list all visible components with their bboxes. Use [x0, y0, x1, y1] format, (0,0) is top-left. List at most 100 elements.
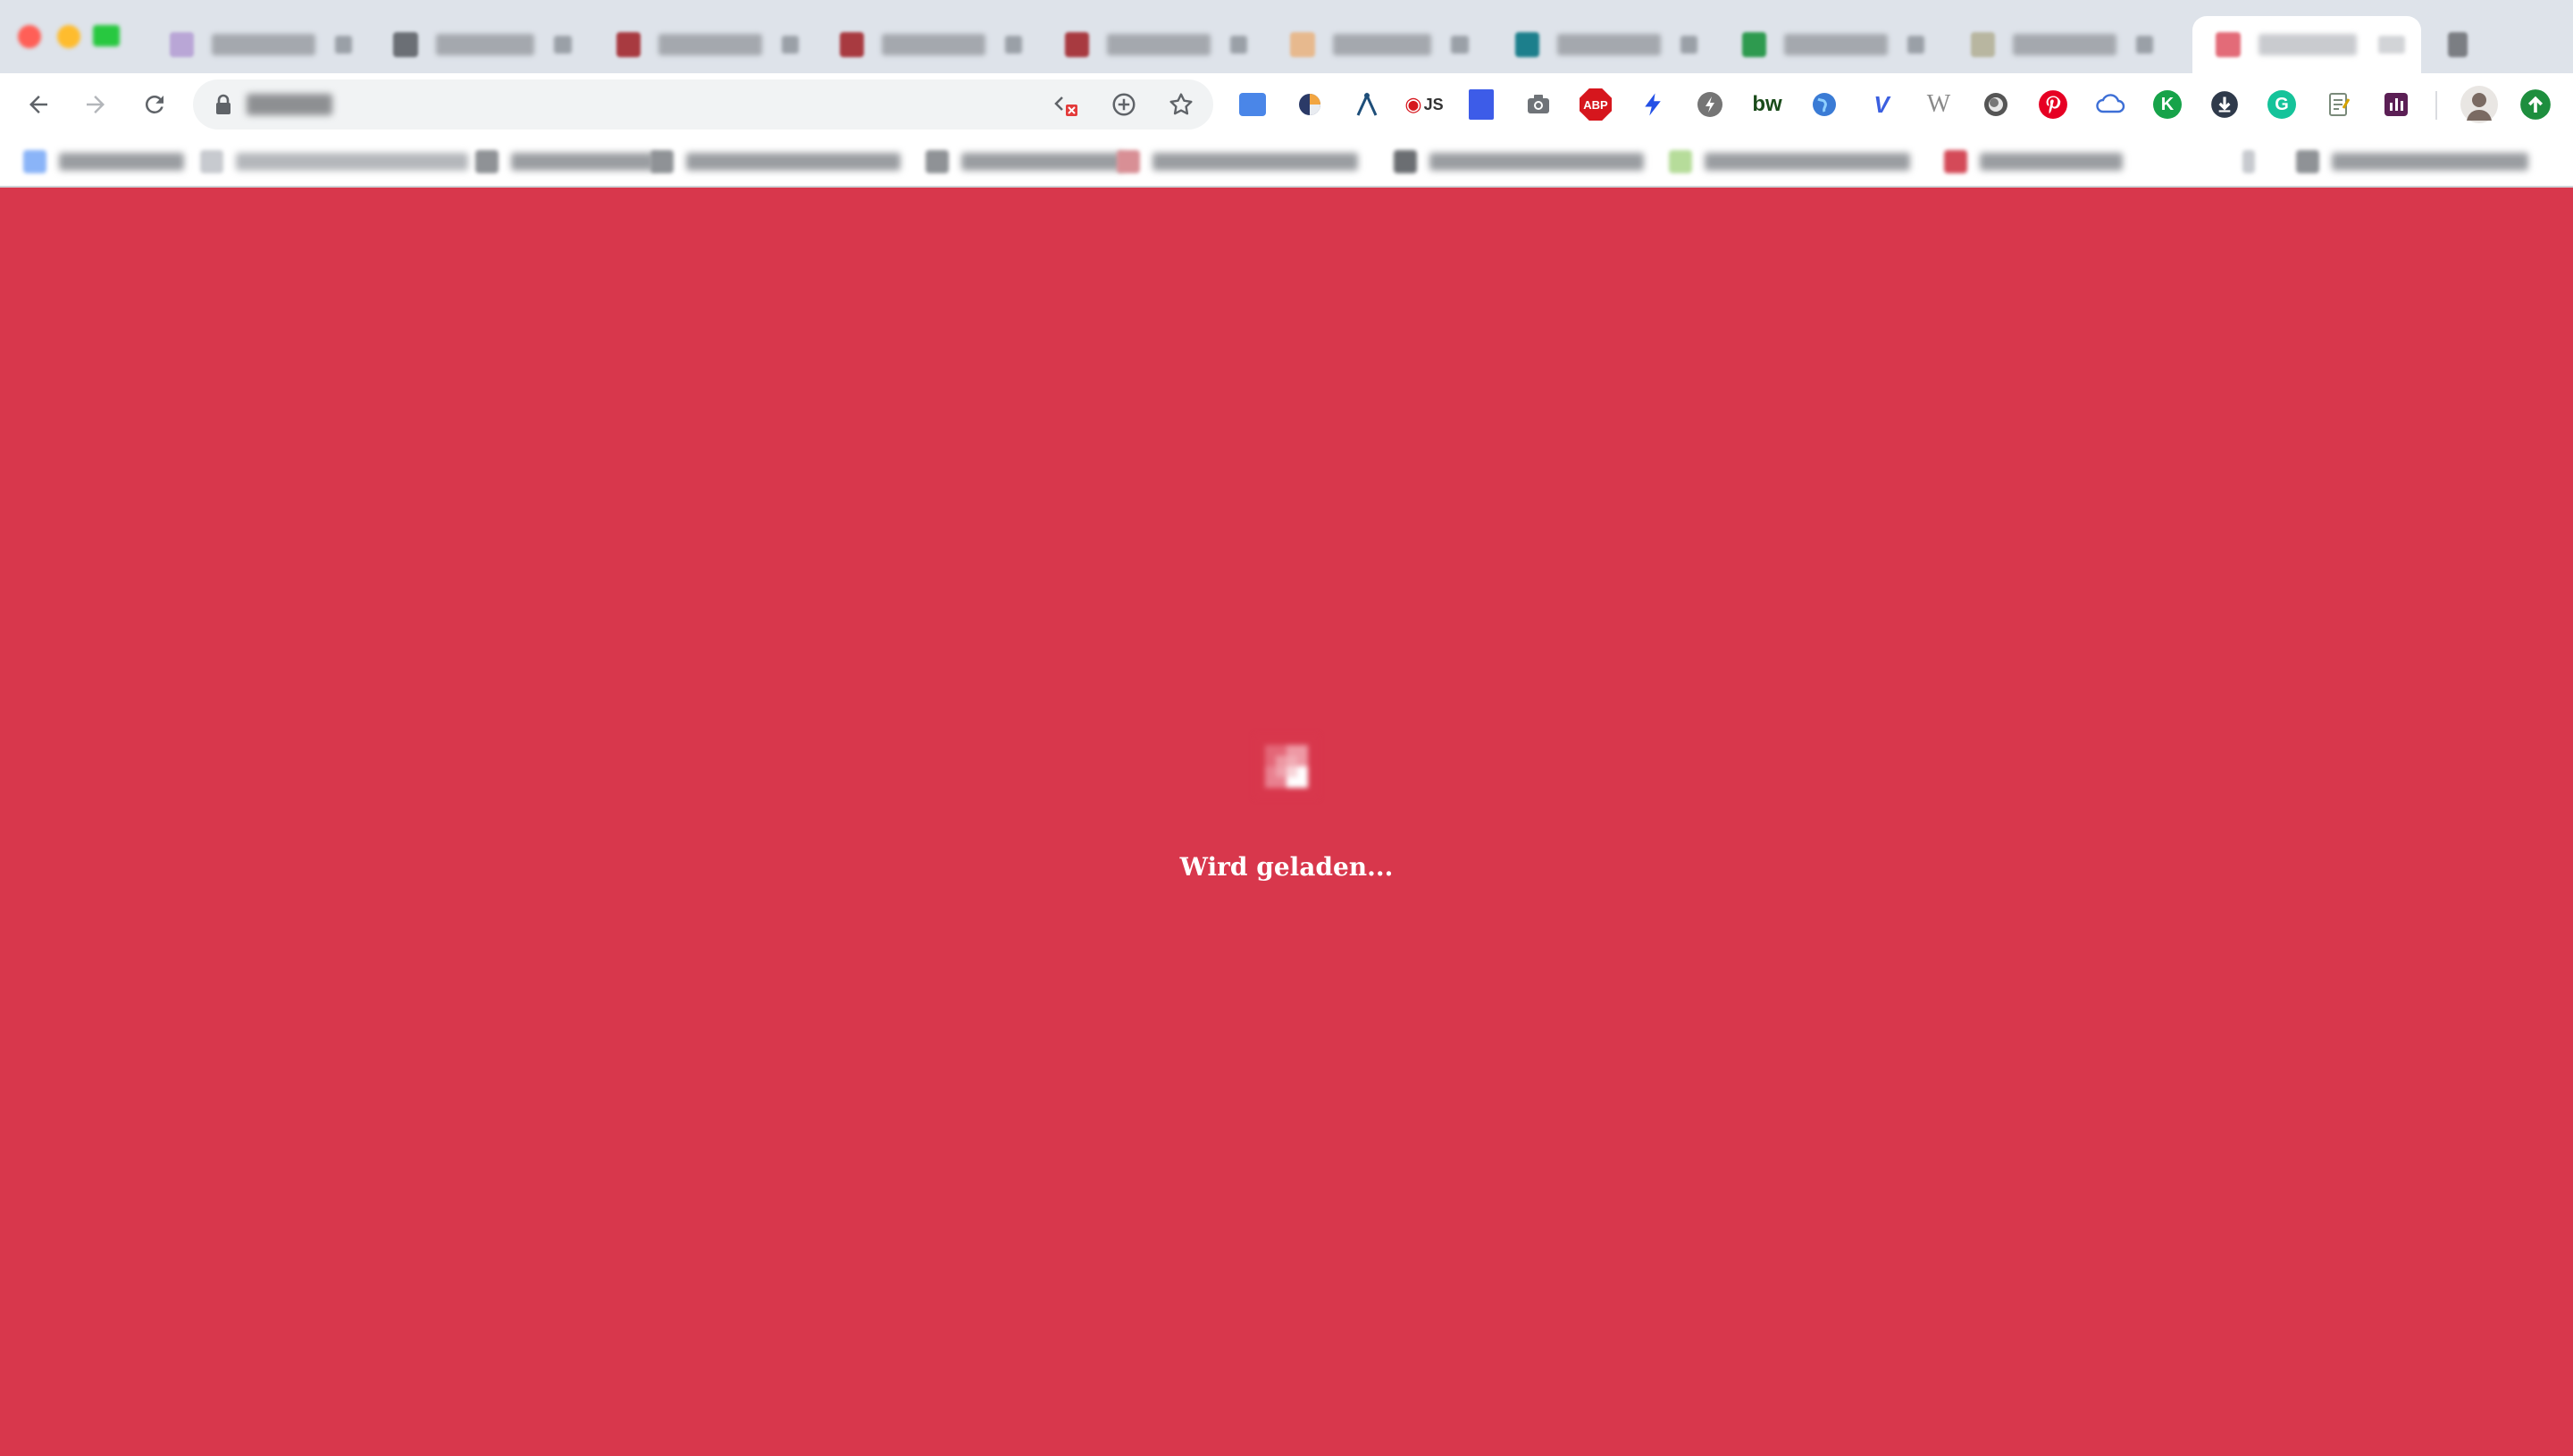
- bookmark-star-icon: [1169, 93, 1193, 115]
- tab-favicon: [840, 32, 864, 57]
- ext-globe-icon[interactable]: [1806, 87, 1842, 122]
- bookmark-item[interactable]: [200, 148, 468, 175]
- tab[interactable]: [1267, 16, 1472, 73]
- ext-k-icon[interactable]: K: [2150, 87, 2185, 122]
- chrome-update-button[interactable]: [2518, 87, 2553, 122]
- ext-speed-icon[interactable]: [1692, 87, 1728, 122]
- bookmark-favicon: [475, 150, 499, 173]
- ext-grammarly-icon[interactable]: G: [2264, 87, 2300, 122]
- bookmark-favicon: [1394, 150, 1417, 173]
- tab-favicon: [1971, 32, 1995, 57]
- zoom-button[interactable]: [1104, 85, 1144, 124]
- bookmark-label: [961, 153, 1122, 171]
- tab-title: [1333, 34, 1431, 55]
- bookmark-item[interactable]: [926, 148, 1122, 175]
- ext-v-icon[interactable]: V: [1864, 87, 1899, 122]
- tab-close-icon[interactable]: [1907, 36, 1924, 54]
- tab-active[interactable]: [2192, 16, 2421, 73]
- code-blocked-icon: [1054, 96, 1077, 116]
- forward-button[interactable]: [71, 80, 120, 129]
- bookmark-label: [1429, 153, 1644, 171]
- tab-favicon: [1290, 32, 1315, 57]
- url-text[interactable]: [247, 94, 332, 115]
- tab-close-icon[interactable]: [1451, 36, 1469, 54]
- tab-close-icon[interactable]: [2135, 36, 2153, 54]
- tab-favicon: [616, 32, 641, 57]
- tab-favicon: [1065, 32, 1089, 57]
- code-blocked-button[interactable]: [1047, 85, 1086, 124]
- bookmarks-bar: [0, 136, 2573, 188]
- tab-title: [1784, 34, 1888, 55]
- tab[interactable]: [370, 16, 575, 73]
- tab-close-icon[interactable]: [554, 36, 572, 54]
- tab-close-icon[interactable]: [1680, 36, 1697, 54]
- ext-chart-icon[interactable]: [2378, 87, 2414, 122]
- window-close-button[interactable]: [18, 25, 41, 48]
- tab[interactable]: [1948, 16, 2153, 73]
- ext-note-icon[interactable]: [2321, 87, 2357, 122]
- bookmark-label: [686, 153, 901, 171]
- tab-close-icon[interactable]: [1004, 36, 1022, 54]
- ext-js-label: JS: [1423, 95, 1444, 113]
- tab[interactable]: [1719, 16, 1924, 73]
- tab[interactable]: [147, 16, 352, 73]
- bookmark-favicon: [2242, 150, 2255, 173]
- tab-close-icon[interactable]: [334, 36, 352, 54]
- ext-bw-icon[interactable]: bw: [1749, 87, 1785, 122]
- lock-icon[interactable]: [214, 94, 232, 115]
- ext-bw-label: bw: [1752, 92, 1782, 116]
- reload-button[interactable]: [130, 80, 179, 129]
- window-maximize-button[interactable]: [93, 25, 120, 46]
- tab-title: [1107, 34, 1211, 55]
- ext-v-label: V: [1873, 90, 1890, 118]
- reload-icon: [146, 96, 163, 113]
- ext-translate-icon[interactable]: [1235, 87, 1270, 122]
- tab-title: [436, 34, 534, 55]
- update-arrow-icon: [2520, 89, 2551, 120]
- tab[interactable]: [1042, 16, 1247, 73]
- bookmark-item[interactable]: [1944, 148, 2123, 175]
- ext-w-icon[interactable]: W: [1921, 87, 1957, 122]
- tab-favicon: [2216, 32, 2241, 57]
- tab-close-icon[interactable]: [781, 36, 799, 54]
- bookmark-item[interactable]: [650, 148, 901, 175]
- tab-close-icon[interactable]: [1229, 36, 1247, 54]
- tab[interactable]: [1492, 16, 1697, 73]
- bookmark-item[interactable]: [1669, 148, 1910, 175]
- bookmark-star-button[interactable]: [1161, 85, 1201, 124]
- bookmark-favicon: [650, 150, 674, 173]
- bookmark-item[interactable]: [2242, 148, 2255, 175]
- ext-camera-icon[interactable]: [1521, 87, 1556, 122]
- bookmark-label: [59, 153, 184, 171]
- ext-vector-icon[interactable]: [1349, 87, 1385, 122]
- profile-avatar[interactable]: [2459, 84, 2500, 125]
- address-bar[interactable]: [193, 79, 1213, 130]
- bookmark-item[interactable]: [23, 148, 184, 175]
- ext-ruler-icon[interactable]: [1463, 87, 1499, 122]
- tab-title: [2259, 34, 2357, 55]
- ext-w-label: W: [1926, 90, 1951, 118]
- bookmark-item[interactable]: [475, 148, 654, 175]
- ext-abp-icon[interactable]: ABP: [1578, 87, 1613, 122]
- ext-pinterest-icon[interactable]: [2035, 87, 2071, 122]
- bookmark-label: [1980, 153, 2123, 171]
- ext-k-label: K: [2160, 94, 2175, 114]
- tab[interactable]: [2430, 16, 2537, 73]
- ext-abp-label: ABP: [1583, 97, 1608, 112]
- bookmark-item[interactable]: [1394, 148, 1644, 175]
- bookmark-label: [1705, 153, 1910, 171]
- ext-js-icon[interactable]: ◉ JS: [1404, 87, 1444, 122]
- tab-close-icon[interactable]: [2378, 36, 2405, 54]
- bookmark-item[interactable]: [1117, 148, 1358, 175]
- tab-favicon: [393, 32, 418, 57]
- back-button[interactable]: [14, 80, 63, 129]
- ext-download-icon[interactable]: [2207, 87, 2242, 122]
- tab[interactable]: [817, 16, 1022, 73]
- ext-colorpie-icon[interactable]: [1292, 87, 1328, 122]
- ext-circle-icon[interactable]: [1978, 87, 2014, 122]
- tab[interactable]: [593, 16, 799, 73]
- ext-bolt-icon[interactable]: [1635, 87, 1671, 122]
- ext-cloud-icon[interactable]: [2092, 87, 2128, 122]
- window-minimize-button[interactable]: [57, 25, 80, 48]
- bookmark-item[interactable]: [2296, 148, 2528, 175]
